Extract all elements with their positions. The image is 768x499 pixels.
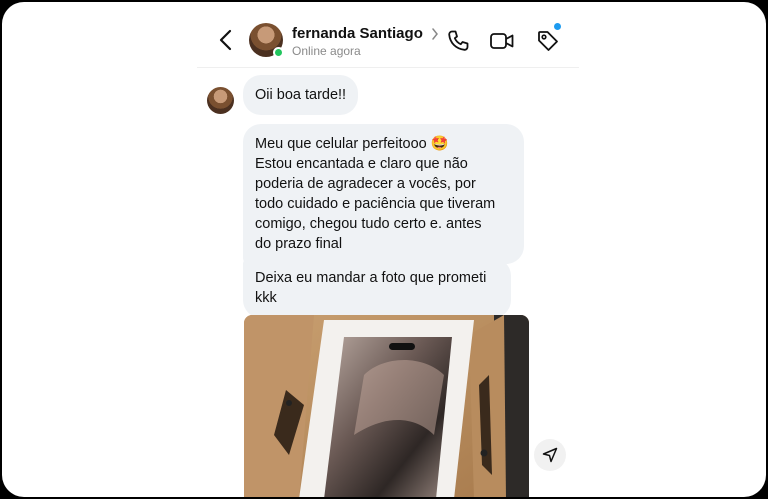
chat-header: fernanda Santiago Online agora xyxy=(197,16,579,68)
tag-icon[interactable] xyxy=(535,28,561,54)
share-button[interactable] xyxy=(534,439,566,471)
phone-box-photo xyxy=(244,315,529,497)
message-photo[interactable] xyxy=(244,315,529,497)
back-icon[interactable] xyxy=(217,28,235,52)
chevron-right-icon xyxy=(432,27,438,40)
message-bubble[interactable]: Meu que celular perfeitooo 🤩 Estou encan… xyxy=(243,124,524,264)
chat-window: fernanda Santiago Online agora Oii boa t… xyxy=(2,2,766,497)
contact-name-row[interactable]: fernanda Santiago xyxy=(292,25,439,42)
message-bubble[interactable]: Oii boa tarde!! xyxy=(243,75,359,115)
send-icon xyxy=(542,447,558,463)
contact-status: Online agora xyxy=(292,44,361,58)
contact-avatar[interactable] xyxy=(249,23,285,59)
notification-dot xyxy=(554,23,561,30)
contact-name: fernanda Santiago xyxy=(292,25,423,42)
message-avatar xyxy=(207,87,234,114)
message-bubble[interactable]: Deixa eu mandar a foto que prometi kkk xyxy=(243,258,511,318)
video-icon[interactable] xyxy=(489,28,515,54)
phone-icon[interactable] xyxy=(445,28,471,54)
online-indicator xyxy=(273,47,284,58)
